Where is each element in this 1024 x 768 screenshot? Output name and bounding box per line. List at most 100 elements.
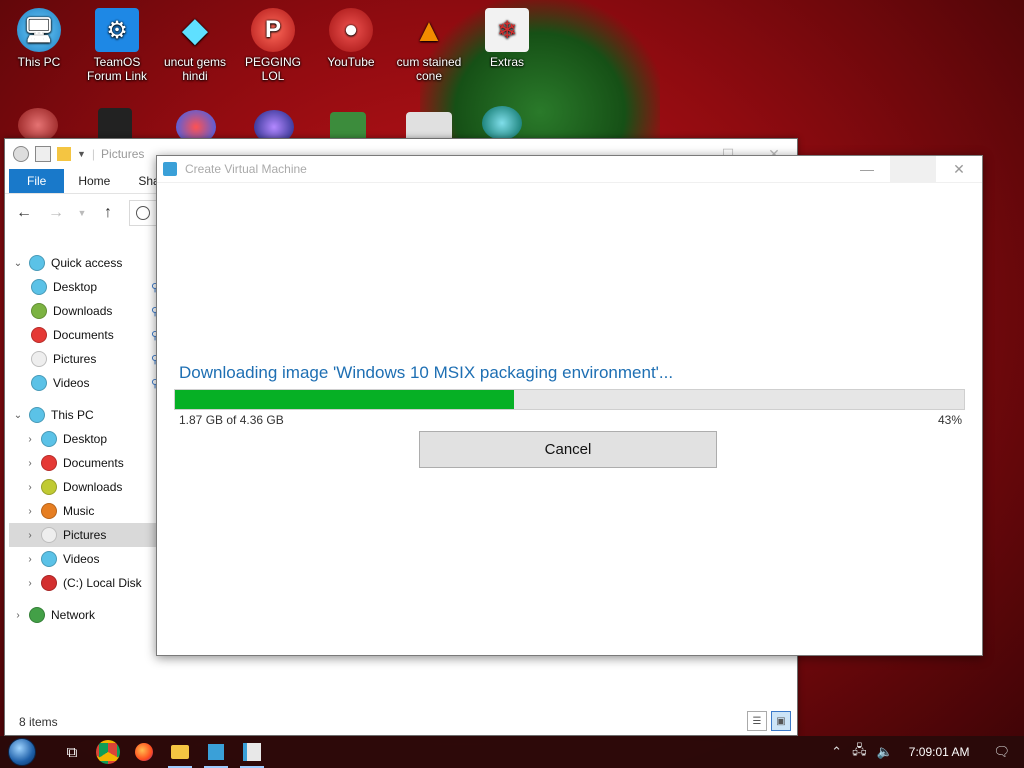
nav-label: Downloads bbox=[53, 304, 113, 318]
desktop-icon-uncut-gems[interactable]: ◆ uncut gems hindi bbox=[156, 8, 234, 83]
nav-network[interactable]: › Network bbox=[9, 603, 161, 627]
back-arrow-icon[interactable]: ← bbox=[13, 204, 35, 222]
download-progress-bar bbox=[174, 389, 965, 410]
nav-qa-downloads[interactable]: Downloads ⚲ bbox=[9, 299, 161, 323]
nav-pc-music[interactable]: › Music bbox=[9, 499, 161, 523]
explorer-window-title: Pictures bbox=[101, 147, 145, 161]
dialog-maximize-button[interactable] bbox=[890, 156, 936, 182]
firefox-icon bbox=[135, 743, 153, 761]
nav-pc-documents[interactable]: › Documents bbox=[9, 451, 161, 475]
downloads-folder-icon bbox=[31, 303, 47, 319]
nav-pc-downloads[interactable]: › Downloads bbox=[9, 475, 161, 499]
pictures-folder-icon bbox=[41, 527, 57, 543]
snake-app-icon[interactable] bbox=[482, 106, 522, 140]
properties-icon[interactable] bbox=[35, 146, 51, 162]
volume-icon[interactable]: 🔈 bbox=[877, 744, 893, 760]
hyperv-manager-taskbar-button[interactable] bbox=[198, 736, 234, 768]
progress-fill bbox=[175, 390, 515, 409]
expand-chevron-icon[interactable]: ⌄ bbox=[9, 410, 27, 421]
desktop-icon-cone[interactable]: ▲ cum stained cone bbox=[390, 8, 468, 84]
music-folder-icon bbox=[41, 503, 57, 519]
new-folder-icon[interactable] bbox=[57, 147, 71, 161]
nav-this-pc[interactable]: ⌄ This PC bbox=[9, 403, 161, 427]
taskbar: ⧉ ⌃ 🖧 🔈 7:09:01 AM 🗨 bbox=[0, 736, 1024, 768]
documents-folder-icon bbox=[41, 455, 57, 471]
dialog-minimize-button[interactable]: — bbox=[844, 156, 890, 182]
tab-file[interactable]: File bbox=[9, 169, 65, 193]
desktop-folder-icon bbox=[31, 279, 47, 295]
create-vm-taskbar-button[interactable] bbox=[234, 736, 270, 768]
gear-icon: ⚙ bbox=[95, 8, 139, 52]
collapse-chevron-icon[interactable]: › bbox=[21, 434, 39, 445]
collapse-chevron-icon[interactable]: › bbox=[21, 554, 39, 565]
hyperv-app-icon bbox=[163, 162, 177, 176]
nav-pc-pictures[interactable]: › Pictures bbox=[9, 523, 161, 547]
customize-toolbar-chevron-icon[interactable]: ▼ bbox=[77, 149, 86, 159]
chrome-icon bbox=[96, 740, 120, 764]
large-icons-view-icon[interactable]: ▣ bbox=[771, 711, 791, 731]
p-logo-icon: P bbox=[251, 8, 295, 52]
action-center-icon[interactable]: 🗨 bbox=[993, 744, 1010, 760]
firefox-taskbar-button[interactable] bbox=[126, 736, 162, 768]
collapse-chevron-icon[interactable]: › bbox=[21, 506, 39, 517]
nav-qa-videos[interactable]: Videos ⚲ bbox=[9, 371, 161, 395]
start-button[interactable] bbox=[0, 736, 44, 768]
desktop-icon-extras[interactable]: ❄ Extras bbox=[468, 8, 546, 69]
progress-percent-text: 43% bbox=[937, 413, 962, 427]
collapse-chevron-icon[interactable]: › bbox=[21, 482, 39, 493]
forward-arrow-icon[interactable]: → bbox=[45, 204, 67, 222]
desktop-icon-label: PEGGING LOL bbox=[244, 55, 301, 83]
clock[interactable]: 7:09:01 AM bbox=[909, 745, 970, 759]
disk-icon bbox=[41, 575, 57, 591]
details-view-icon[interactable]: ☰ bbox=[747, 711, 767, 731]
desktop-icon-teamos[interactable]: ⚙ TeamOS Forum Link bbox=[78, 8, 156, 83]
recent-locations-chevron-icon[interactable]: ▼ bbox=[77, 208, 87, 218]
ornament-icon[interactable] bbox=[18, 108, 58, 142]
tab-home[interactable]: Home bbox=[64, 169, 124, 193]
nav-label: Music bbox=[63, 504, 95, 518]
dialog-close-button[interactable]: ✕ bbox=[936, 156, 982, 182]
nav-qa-pictures[interactable]: Pictures ⚲ bbox=[9, 347, 161, 371]
desktop-icon-pegging[interactable]: P PEGGING LOL bbox=[234, 8, 312, 83]
chrome-taskbar-button[interactable] bbox=[90, 736, 126, 768]
nav-pc-local-disk[interactable]: › (C:) Local Disk bbox=[9, 571, 161, 595]
nav-qa-documents[interactable]: Documents ⚲ bbox=[9, 323, 161, 347]
view-toggle: ☰ ▣ bbox=[747, 711, 791, 731]
nav-pc-videos[interactable]: › Videos bbox=[9, 547, 161, 571]
nav-qa-desktop[interactable]: Desktop ⚲ bbox=[9, 275, 161, 299]
quick-access-toolbar: ▼ | bbox=[13, 146, 95, 162]
collapse-chevron-icon[interactable]: › bbox=[9, 610, 27, 621]
network-icon bbox=[29, 607, 45, 623]
collapse-chevron-icon[interactable]: › bbox=[21, 578, 39, 589]
nav-label: This PC bbox=[51, 408, 94, 422]
task-view-button[interactable]: ⧉ bbox=[54, 736, 90, 768]
network-tray-icon[interactable]: 🖧 bbox=[852, 741, 867, 763]
nav-pc-desktop[interactable]: › Desktop bbox=[9, 427, 161, 451]
documents-folder-icon bbox=[31, 327, 47, 343]
downloads-folder-icon bbox=[41, 479, 57, 495]
file-explorer-icon bbox=[171, 745, 189, 759]
collapse-chevron-icon[interactable]: › bbox=[21, 458, 39, 469]
desktop-icon-this-pc[interactable]: 🖥 This PC bbox=[0, 8, 78, 69]
app-icon[interactable] bbox=[13, 146, 29, 162]
cancel-button[interactable]: Cancel bbox=[419, 431, 717, 468]
nav-label: Quick access bbox=[51, 256, 123, 270]
file-explorer-taskbar-button[interactable] bbox=[162, 736, 198, 768]
star-icon bbox=[29, 255, 45, 271]
desktop-folder-icon bbox=[41, 431, 57, 447]
collapse-chevron-icon[interactable]: › bbox=[21, 530, 39, 541]
show-hidden-icons-chevron-icon[interactable]: ⌃ bbox=[831, 744, 842, 760]
nav-label: Desktop bbox=[63, 432, 108, 446]
this-pc-icon: 🖥 bbox=[17, 8, 61, 52]
dialog-titlebar[interactable]: Create Virtual Machine — ✕ bbox=[157, 156, 982, 183]
nav-label: Downloads bbox=[63, 480, 123, 494]
nav-label: Network bbox=[51, 608, 96, 622]
nav-quick-access[interactable]: ⌄ Quick access bbox=[9, 251, 161, 275]
create-vm-dialog: Create Virtual Machine — ✕ Downloading i… bbox=[156, 155, 983, 656]
expand-chevron-icon[interactable]: ⌄ bbox=[9, 258, 27, 269]
up-arrow-icon[interactable]: ↑ bbox=[97, 204, 119, 222]
desktop-icon-youtube[interactable]: ● YouTube bbox=[312, 8, 390, 69]
videos-folder-icon bbox=[41, 551, 57, 567]
dark-app-icon[interactable] bbox=[98, 108, 132, 142]
windows-orb-icon bbox=[8, 738, 36, 766]
